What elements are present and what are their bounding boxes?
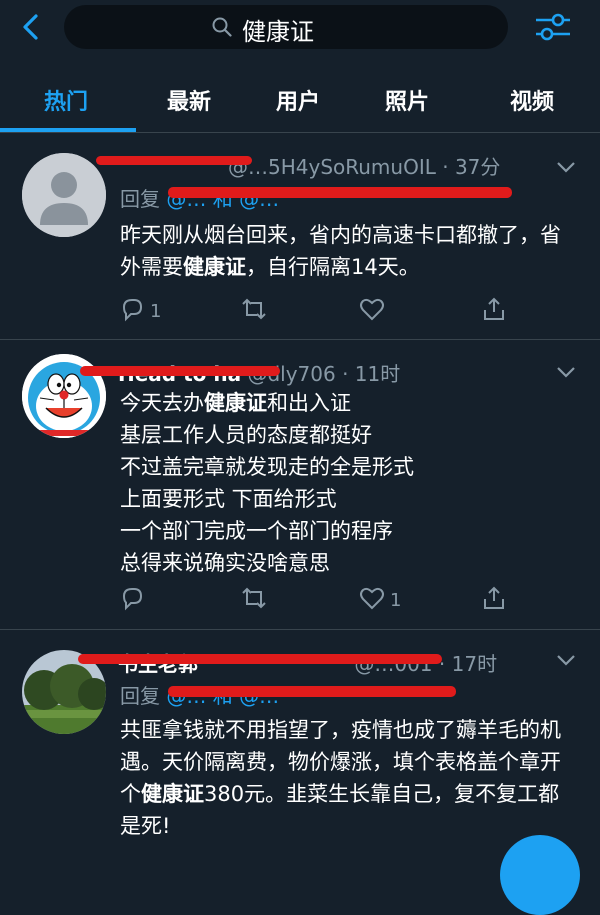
- tweet-handle[interactable]: @…5H4ySoRumuOIL: [228, 155, 436, 179]
- tweet-card[interactable]: Head to ha @dly706 · 11时 今天去办健康证和出入证 基层工…: [0, 340, 600, 630]
- filter-settings-icon[interactable]: [534, 10, 572, 44]
- share-icon: [480, 295, 508, 328]
- share-button[interactable]: [480, 585, 508, 615]
- compose-fab[interactable]: [500, 835, 580, 915]
- search-query[interactable]: 健康证: [242, 12, 314, 47]
- redaction-mark: [80, 366, 280, 376]
- avatar-default[interactable]: [22, 153, 106, 237]
- tweet-text: 共匪拿钱就不用指望了，疫情也成了薅羊毛的机遇。天价隔离费，物价爆涨，填个表格盖个…: [120, 718, 561, 838]
- tweet-actions: 1: [118, 585, 578, 615]
- tweet-time: 17时: [451, 652, 498, 676]
- retweet-button[interactable]: [238, 585, 270, 615]
- chevron-down-icon[interactable]: [556, 364, 576, 378]
- heart-icon: [358, 295, 386, 328]
- share-icon: [480, 584, 508, 617]
- back-chevron-icon[interactable]: [16, 12, 46, 42]
- active-tab-indicator: [0, 128, 136, 132]
- like-button[interactable]: 1: [358, 585, 401, 615]
- redaction-mark: [168, 187, 512, 198]
- retweet-icon: [238, 295, 270, 328]
- tweet-text: 今天去办健康证和出入证 基层工作人员的态度都挺好 不过盖完章就发现走的全是形式 …: [120, 391, 414, 575]
- redaction-mark: [96, 156, 252, 165]
- tab-videos[interactable]: 视频: [510, 84, 554, 116]
- tab-people[interactable]: 用户: [276, 84, 320, 116]
- tweet-text: 昨天刚从烟台回来，省内的高速卡口都撤了，省外需要健康证，自行隔离14天。: [120, 223, 561, 279]
- tweet-actions: 1: [118, 296, 578, 326]
- heart-icon: [358, 584, 386, 617]
- search-field[interactable]: 健康证: [64, 5, 508, 49]
- tweet-time: 37分: [454, 155, 501, 179]
- tweet-card[interactable]: 书生老郭 @…001 · 17时 回复 @… 和 @… 共匪拿钱就不用指望了，疫…: [0, 630, 600, 915]
- reply-icon: [118, 584, 146, 617]
- redaction-mark: [168, 686, 456, 697]
- reply-button[interactable]: [118, 585, 150, 615]
- tweet-card[interactable]: @…5H4ySoRumuOIL · 37分 回复 @… 和 @… 昨天刚从烟台回…: [0, 133, 600, 340]
- like-button[interactable]: [358, 296, 390, 326]
- chevron-down-icon[interactable]: [556, 159, 576, 173]
- chevron-down-icon[interactable]: [556, 652, 576, 666]
- redaction-mark: [78, 654, 442, 664]
- tab-latest[interactable]: 最新: [167, 84, 211, 116]
- reply-icon: [118, 295, 146, 328]
- top-bar: 健康证: [0, 0, 600, 56]
- reply-button[interactable]: 1: [118, 296, 161, 326]
- like-count: 1: [390, 589, 402, 611]
- share-button[interactable]: [480, 296, 508, 326]
- search-icon: [212, 17, 232, 37]
- tab-photos[interactable]: 照片: [385, 84, 429, 116]
- retweet-button[interactable]: [238, 296, 270, 326]
- tweet-time: 11时: [354, 362, 401, 386]
- tab-top[interactable]: 热门: [44, 84, 88, 116]
- search-tabs: 热门 最新 用户 照片 视频: [0, 70, 600, 133]
- retweet-icon: [238, 584, 270, 617]
